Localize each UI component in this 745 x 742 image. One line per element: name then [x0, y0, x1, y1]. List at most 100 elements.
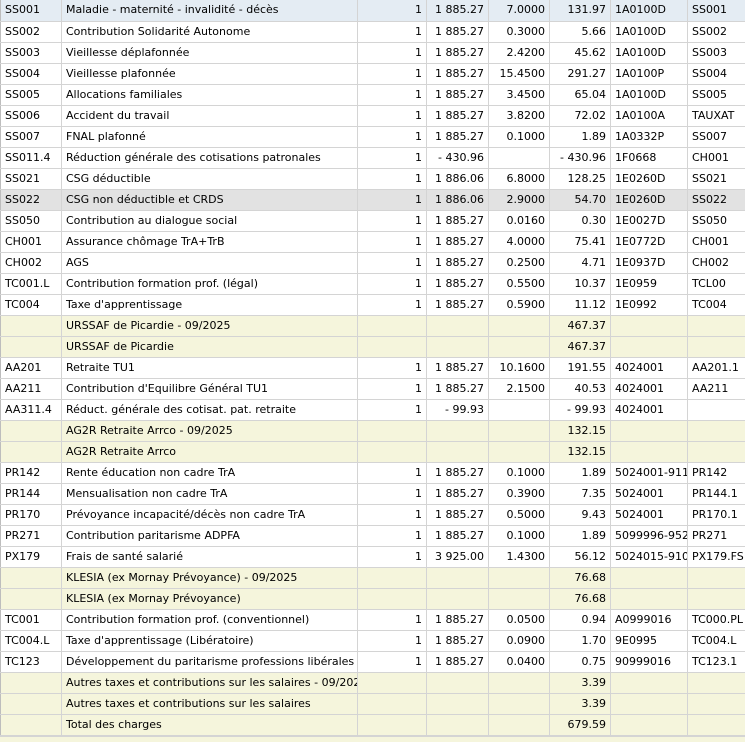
cell-quantity: 1 [358, 630, 427, 651]
cell-label: Retraite TU1 [62, 357, 358, 378]
table-row[interactable]: SS005Allocations familiales11 885.273.45… [1, 84, 745, 105]
cell-base: 1 885.27 [427, 21, 489, 42]
table-row[interactable]: AA311.4Réduct. générale des cotisat. pat… [1, 399, 745, 420]
table-row[interactable]: SS001Maladie - maternité - invalidité - … [1, 0, 745, 21]
subtotal-row[interactable]: Autres taxes et contributions sur les sa… [1, 672, 745, 693]
table-row[interactable]: CH001Assurance chômage TrA+TrB11 885.274… [1, 231, 745, 252]
cell-rate: 0.1000 [489, 126, 550, 147]
cell-reference: SS021 [688, 168, 745, 189]
table-row[interactable]: SS007FNAL plafonné11 885.270.10001.891A0… [1, 126, 745, 147]
subtotal-row[interactable]: AG2R Retraite Arrco132.15 [1, 441, 745, 462]
cell-account: 1F0668 [611, 147, 688, 168]
table-row[interactable]: AA201Retraite TU111 885.2710.1600191.554… [1, 357, 745, 378]
subtotal-row[interactable]: KLESIA (ex Mornay Prévoyance) - 09/20257… [1, 567, 745, 588]
table-row[interactable]: SS050Contribution au dialogue social11 8… [1, 210, 745, 231]
table-row[interactable]: TC004.LTaxe d'apprentissage (Libératoire… [1, 630, 745, 651]
table-row[interactable]: PR142Rente éducation non cadre TrA11 885… [1, 462, 745, 483]
subtotal-row[interactable]: AG2R Retraite Arrco - 09/2025132.15 [1, 420, 745, 441]
cell-base: 1 885.27 [427, 483, 489, 504]
cell-reference [688, 315, 745, 336]
cell-rate: 0.5500 [489, 273, 550, 294]
cell-amount: 0.94 [550, 609, 611, 630]
cell-reference: TC004.L [688, 630, 745, 651]
subtotal-row[interactable]: KLESIA (ex Mornay Prévoyance)76.68 [1, 588, 745, 609]
cell-quantity: 1 [358, 357, 427, 378]
cell-reference [688, 693, 745, 714]
cell-amount: 54.70 [550, 189, 611, 210]
grid-body: SS001Maladie - maternité - invalidité - … [1, 0, 745, 735]
charges-grid: SS001Maladie - maternité - invalidité - … [0, 0, 745, 736]
cell-label: Réduction générale des cotisations patro… [62, 147, 358, 168]
cell-quantity: 1 [358, 504, 427, 525]
cell-account: 1A0100D [611, 0, 688, 21]
cell-base: 1 885.27 [427, 0, 489, 21]
cell-account: 4024001 [611, 399, 688, 420]
table-row[interactable]: AA211Contribution d'Equilibre Général TU… [1, 378, 745, 399]
table-row[interactable]: SS011.4Réduction générale des cotisation… [1, 147, 745, 168]
cell-base: - 99.93 [427, 399, 489, 420]
cell-amount: 3.39 [550, 693, 611, 714]
table-row[interactable]: SS006Accident du travail11 885.273.82007… [1, 105, 745, 126]
cell-label: Vieillesse plafonnée [62, 63, 358, 84]
cell-quantity [358, 672, 427, 693]
cell-label: Assurance chômage TrA+TrB [62, 231, 358, 252]
subtotal-row[interactable]: Autres taxes et contributions sur les sa… [1, 693, 745, 714]
cell-rate: 2.9000 [489, 189, 550, 210]
cell-label: Contribution paritarisme ADPFA [62, 525, 358, 546]
cell-account: 4024001 [611, 378, 688, 399]
table-row[interactable]: SS004Vieillesse plafonnée11 885.2715.450… [1, 63, 745, 84]
table-row[interactable]: PR170Prévoyance incapacité/décès non cad… [1, 504, 745, 525]
cell-base: 1 885.27 [427, 609, 489, 630]
cell-reference: CH001 [688, 231, 745, 252]
table-row[interactable]: TC001Contribution formation prof. (conve… [1, 609, 745, 630]
table-row[interactable]: PR271Contribution paritarisme ADPFA11 88… [1, 525, 745, 546]
cell-label: Maladie - maternité - invalidité - décès [62, 0, 358, 21]
subtotal-row[interactable]: URSSAF de Picardie - 09/2025467.37 [1, 315, 745, 336]
table-row[interactable]: SS022CSG non déductible et CRDS11 886.06… [1, 189, 745, 210]
cell-rate: 6.8000 [489, 168, 550, 189]
cell-account: 1E0027D [611, 210, 688, 231]
cell-base: 1 885.27 [427, 42, 489, 63]
cell-amount: - 430.96 [550, 147, 611, 168]
cell-base [427, 336, 489, 357]
table-row[interactable]: TC004Taxe d'apprentissage11 885.270.5900… [1, 294, 745, 315]
cell-amount: 40.53 [550, 378, 611, 399]
cell-reference: CH001 [688, 147, 745, 168]
table-row[interactable]: SS003Vieillesse déplafonnée11 885.272.42… [1, 42, 745, 63]
cell-label: Rente éducation non cadre TrA [62, 462, 358, 483]
cell-label: Taxe d'apprentissage [62, 294, 358, 315]
cell-rate: 0.0500 [489, 609, 550, 630]
cell-account: 1A0100A [611, 105, 688, 126]
cell-amount: 191.55 [550, 357, 611, 378]
cell-label: Accident du travail [62, 105, 358, 126]
cell-amount: 72.02 [550, 105, 611, 126]
table-row[interactable]: CH002AGS11 885.270.25004.711E0937DCH002 [1, 252, 745, 273]
cell-label: CSG non déductible et CRDS [62, 189, 358, 210]
cell-rate [489, 714, 550, 735]
cell-quantity [358, 588, 427, 609]
cell-reference [688, 399, 745, 420]
cell-quantity: 1 [358, 0, 427, 21]
subtotal-row[interactable]: Total des charges679.59 [1, 714, 745, 735]
cell-account: 1E0992 [611, 294, 688, 315]
cell-label: CSG déductible [62, 168, 358, 189]
cell-amount: 10.37 [550, 273, 611, 294]
subtotal-row[interactable]: URSSAF de Picardie467.37 [1, 336, 745, 357]
table-row[interactable]: TC123Développement du paritarisme profes… [1, 651, 745, 672]
cell-quantity [358, 420, 427, 441]
cell-amount: 4.71 [550, 252, 611, 273]
table-row[interactable]: PR144Mensualisation non cadre TrA11 885.… [1, 483, 745, 504]
table-row[interactable]: SS021CSG déductible11 886.066.8000128.25… [1, 168, 745, 189]
cell-account [611, 315, 688, 336]
cell-amount: 1.89 [550, 126, 611, 147]
cell-amount: 5.66 [550, 21, 611, 42]
cell-code [1, 567, 62, 588]
table-row[interactable]: SS002Contribution Solidarité Autonome11 … [1, 21, 745, 42]
cell-code: PX179 [1, 546, 62, 567]
cell-rate: 10.1600 [489, 357, 550, 378]
table-row[interactable]: PX179Frais de santé salarié13 925.001.43… [1, 546, 745, 567]
cell-base: 1 885.27 [427, 105, 489, 126]
cell-reference [688, 441, 745, 462]
cell-quantity: 1 [358, 168, 427, 189]
table-row[interactable]: TC001.LContribution formation prof. (lég… [1, 273, 745, 294]
